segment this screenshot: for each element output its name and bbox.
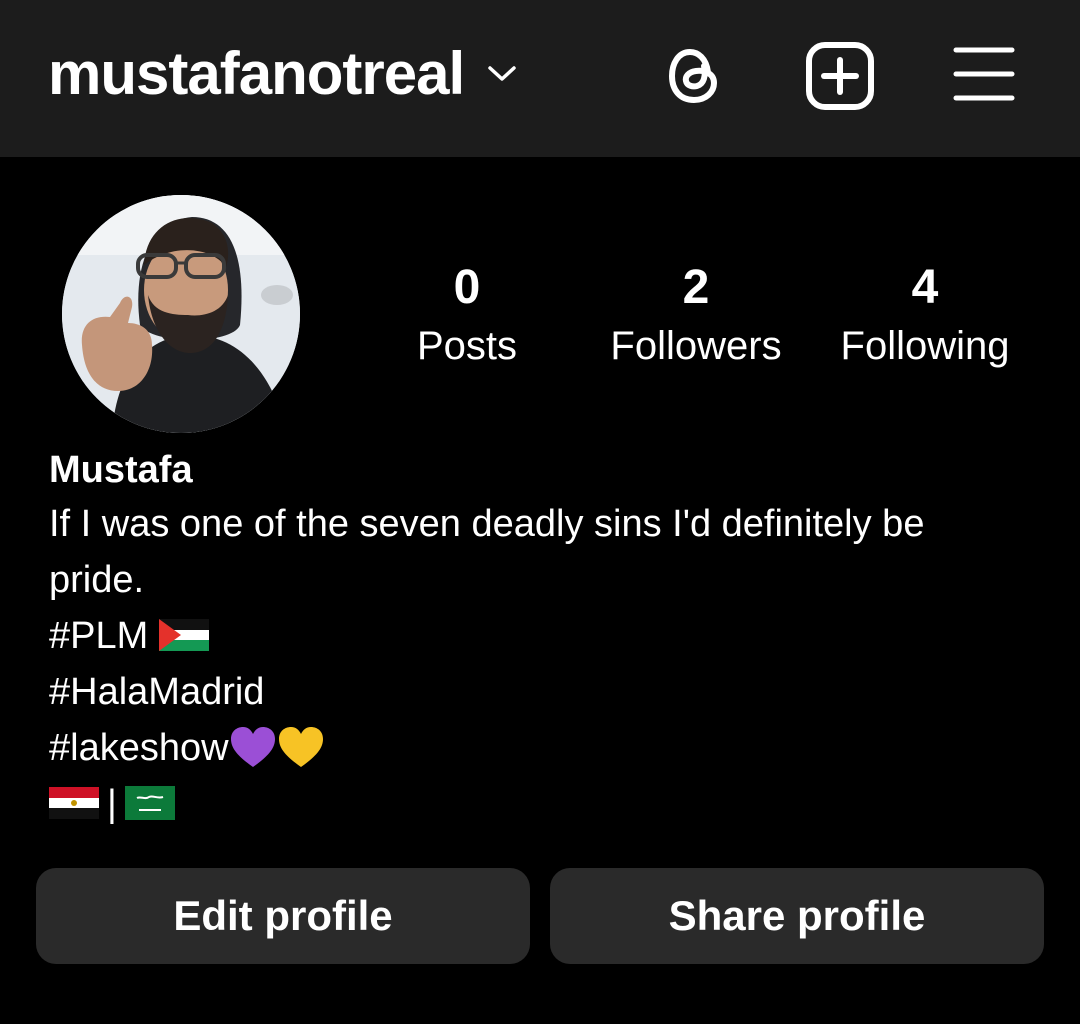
following-count: 4: [911, 261, 939, 314]
posts-count: 0: [453, 261, 481, 314]
purple-heart-icon: [230, 726, 275, 767]
egypt-flag-icon: [49, 786, 99, 819]
flag-separator: |: [107, 783, 117, 825]
followers-stat[interactable]: 2 Followers: [581, 258, 811, 370]
bio-flags-line: |: [49, 776, 1039, 832]
account-switcher[interactable]: mustafanotreal: [48, 38, 518, 110]
following-label: Following: [840, 324, 1010, 368]
bio-hashtag-line: #PLM: [49, 608, 1039, 664]
posts-stat[interactable]: 0 Posts: [352, 258, 582, 370]
edit-profile-button[interactable]: Edit profile: [36, 868, 530, 964]
hashtag-lakeshow[interactable]: #lakeshow: [49, 727, 229, 769]
chevron-down-icon: [488, 66, 516, 81]
bio-line: If I was one of the seven deadly sins I'…: [49, 503, 925, 545]
following-stat[interactable]: 4 Following: [810, 258, 1040, 370]
followers-label: Followers: [610, 324, 782, 368]
yellow-heart-icon: [278, 726, 323, 767]
top-bar: mustafanotreal: [0, 0, 1080, 157]
followers-count: 2: [682, 261, 710, 314]
display-name: Mustafa: [49, 449, 193, 491]
hamburger-menu-icon[interactable]: [948, 40, 1020, 112]
palestine-flag-icon: [158, 618, 209, 651]
hashtag-halamadrid[interactable]: #HalaMadrid: [49, 671, 264, 713]
posts-label: Posts: [416, 324, 518, 368]
avatar-photo: [62, 195, 300, 433]
username: mustafanotreal: [48, 40, 465, 107]
share-profile-button[interactable]: Share profile: [550, 868, 1044, 964]
saudi-flag-icon: [124, 785, 175, 820]
new-post-icon[interactable]: [804, 40, 876, 112]
threads-icon[interactable]: [660, 40, 732, 112]
bio-hashtag-line: #lakeshow: [49, 720, 1039, 776]
avatar[interactable]: [62, 195, 300, 433]
bio-hashtag-line: #HalaMadrid: [49, 664, 1039, 720]
profile-bio: Mustafa If I was one of the seven deadly…: [49, 444, 1039, 832]
bio-line: pride.: [49, 559, 145, 601]
hashtag-plm[interactable]: #PLM: [49, 615, 148, 657]
